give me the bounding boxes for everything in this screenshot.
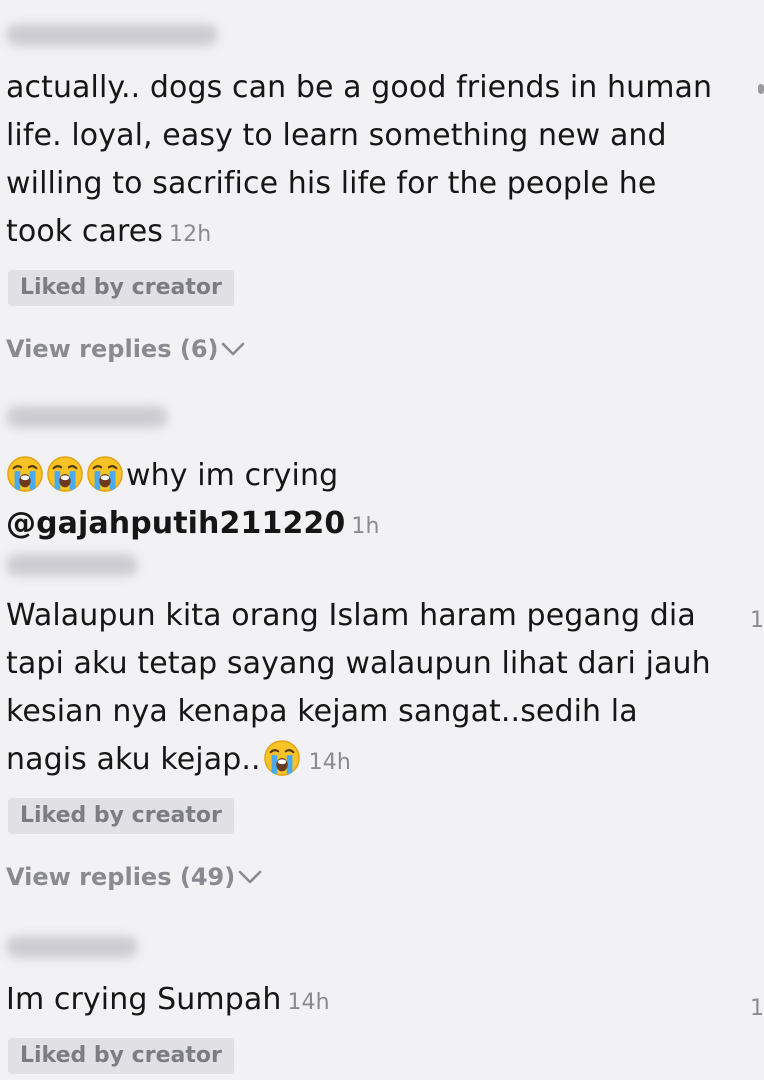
username-blurred[interactable] — [6, 24, 218, 46]
comment-text: Im crying Sumpah 14h — [6, 976, 718, 1027]
username-blurred[interactable] — [6, 406, 168, 428]
view-replies-button[interactable]: View replies (49) — [6, 862, 263, 892]
view-replies-button[interactable]: View replies (6) — [6, 334, 246, 364]
view-replies-label: View replies (49) — [6, 863, 236, 891]
comment-body: Walaupun kita orang Islam haram pegang d… — [6, 598, 711, 777]
loudly-crying-face-icon — [6, 455, 44, 493]
liked-by-creator-badge: Liked by creator — [8, 798, 234, 834]
comment-body: Im crying Sumpah — [6, 982, 282, 1017]
like-count: 1 — [750, 996, 764, 1021]
loudly-crying-face-icon — [86, 455, 124, 493]
comment-item: actually.. dogs can be a good friends in… — [0, 0, 764, 380]
chevron-down-icon — [238, 870, 262, 884]
edge-dot — [758, 84, 764, 94]
comment-time: 12h — [169, 222, 212, 247]
comment-time: 14h — [287, 990, 330, 1015]
loudly-crying-face-icon — [46, 455, 84, 493]
chevron-down-icon — [222, 342, 245, 356]
comment-item: Im crying Sumpah 14h Liked by creator 1 — [0, 930, 764, 1080]
username-blurred[interactable] — [6, 554, 138, 576]
like-count: 1 — [750, 608, 764, 633]
comment-item: why im crying @gajahputih211220 1h — [0, 380, 764, 541]
comment-text: actually.. dogs can be a good friends in… — [6, 64, 718, 259]
loudly-crying-face-icon — [263, 739, 301, 777]
liked-by-creator-badge: Liked by creator — [8, 1038, 234, 1074]
comment-item: Walaupun kita orang Islam haram pegang d… — [0, 530, 764, 930]
comment-body: why im crying — [126, 458, 339, 493]
comment-time: 14h — [308, 750, 351, 775]
username-blurred[interactable] — [6, 936, 138, 958]
view-replies-label: View replies (6) — [6, 335, 219, 363]
comment-text: Walaupun kita orang Islam haram pegang d… — [6, 592, 718, 787]
comment-body: actually.. dogs can be a good friends in… — [6, 70, 713, 249]
liked-by-creator-badge: Liked by creator — [8, 270, 234, 306]
